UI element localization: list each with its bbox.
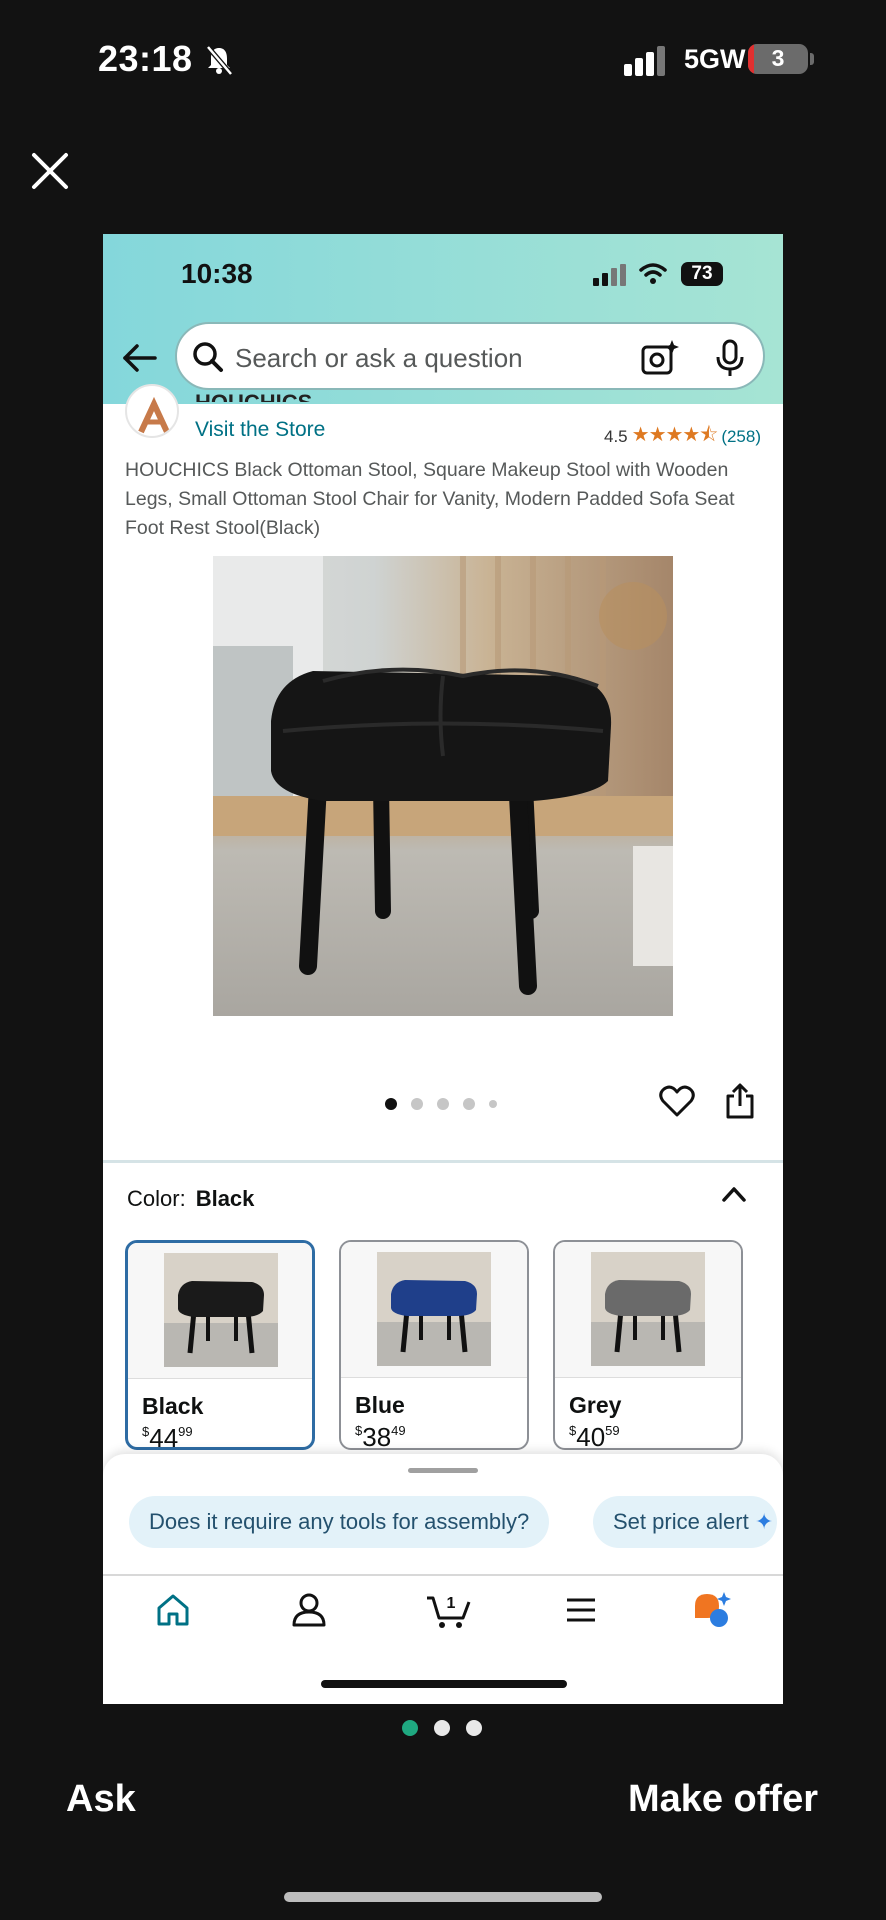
product-image[interactable] — [213, 556, 673, 1016]
color-selector-label: Color: Black — [127, 1186, 254, 1212]
screenshot-pager[interactable] — [402, 1720, 482, 1736]
swatch-name: Black — [142, 1393, 204, 1419]
home-indicator — [284, 1892, 602, 1902]
sheet-grabber[interactable] — [408, 1468, 478, 1473]
share-icon[interactable] — [725, 1082, 755, 1120]
cart-count: 1 — [447, 1595, 456, 1612]
color-selected-value: Black — [195, 1186, 255, 1211]
swatch-price: $4059 — [569, 1422, 620, 1450]
suggestion-chip-assembly[interactable]: Does it require any tools for assembly? — [129, 1496, 550, 1548]
outer-clock: 23:18 — [98, 38, 193, 79]
swatch-image — [128, 1243, 312, 1379]
cart-icon[interactable]: 1 — [425, 1590, 471, 1630]
back-arrow-icon[interactable] — [119, 338, 159, 378]
suggestion-chip-price-alert[interactable]: Set price alert ✦ — [593, 1496, 778, 1548]
inner-home-indicator — [321, 1680, 567, 1688]
star-rating-icon: ★★★★⯪ — [631, 424, 719, 446]
swatch-name: Blue — [355, 1392, 405, 1418]
swatch-image — [341, 1242, 527, 1378]
network-type: 5GW — [684, 44, 746, 74]
close-icon[interactable] — [24, 145, 76, 197]
nav-divider — [103, 1574, 783, 1576]
price-fraction: 59 — [605, 1423, 620, 1438]
camera-search-icon[interactable] — [639, 338, 679, 378]
pager-dot[interactable] — [434, 1720, 450, 1736]
inner-signal-icon — [593, 264, 626, 286]
heart-icon[interactable] — [659, 1084, 695, 1118]
price-whole: 40 — [576, 1422, 606, 1450]
visit-store-link[interactable]: Visit the Store — [195, 418, 325, 442]
chip-label: Set price alert — [613, 1509, 749, 1534]
pager-dot[interactable] — [466, 1720, 482, 1736]
swatch-thumbnail — [591, 1252, 705, 1366]
bottom-sheet[interactable]: Does it require any tools for assembly? … — [103, 1454, 783, 1704]
image-carousel-dots[interactable] — [385, 1098, 497, 1110]
swatch-thumbnail — [377, 1252, 491, 1366]
swatch-price: $4499 — [142, 1423, 193, 1450]
battery-level: 3 — [771, 45, 785, 71]
brand-logo[interactable] — [125, 384, 179, 438]
price-fraction: 49 — [391, 1423, 406, 1438]
section-divider — [103, 1160, 783, 1163]
cell-signal-icon — [624, 46, 665, 76]
microphone-icon[interactable] — [713, 338, 747, 378]
swatch-thumbnail — [164, 1253, 278, 1367]
battery-nub — [810, 53, 814, 65]
carousel-dot[interactable] — [463, 1098, 475, 1110]
search-placeholder: Search or ask a question — [235, 343, 523, 373]
product-title: HOUCHICS Black Ottoman Stool, Square Mak… — [125, 459, 735, 539]
carousel-dot[interactable] — [437, 1098, 449, 1110]
swatch-price: $3849 — [355, 1422, 406, 1450]
battery-icon: 3 — [748, 44, 808, 74]
wifi-icon — [639, 263, 667, 284]
app-header: 10:38 73 Search or ask a question — [103, 234, 783, 404]
carousel-dot[interactable] — [489, 1100, 497, 1108]
ask-button[interactable]: Ask — [66, 1778, 136, 1821]
price-whole: 38 — [362, 1422, 392, 1450]
color-swatch-blue[interactable]: Blue $3849 — [339, 1240, 529, 1450]
pager-dot[interactable] — [402, 1720, 418, 1736]
brand-name: HOUCHICS — [195, 390, 312, 402]
rating-value: 4.5 — [604, 427, 628, 446]
carousel-dot[interactable] — [411, 1098, 423, 1110]
price-whole: 44 — [149, 1423, 179, 1450]
color-swatch-grey[interactable]: Grey $4059 — [553, 1240, 743, 1450]
rufus-chat-icon[interactable] — [691, 1590, 731, 1630]
search-icon — [193, 342, 223, 372]
rating-summary[interactable]: 4.5 ★★★★⯪ (258) — [604, 420, 761, 454]
sparkle-icon: ✦ — [754, 1509, 774, 1534]
color-label: Color: — [127, 1186, 186, 1211]
carousel-dot[interactable] — [385, 1098, 397, 1110]
product-screenshot[interactable]: 10:38 73 Search or ask a question Visit … — [103, 234, 783, 1704]
make-offer-button[interactable]: Make offer — [628, 1778, 818, 1821]
home-icon[interactable] — [153, 1590, 193, 1630]
chevron-up-icon[interactable] — [721, 1184, 747, 1204]
swatch-image — [555, 1242, 741, 1378]
search-input[interactable]: Search or ask a question — [175, 322, 765, 390]
price-fraction: 99 — [178, 1424, 193, 1439]
color-swatch-black[interactable]: Black $4499 — [125, 1240, 315, 1450]
account-icon[interactable] — [289, 1590, 329, 1630]
review-count[interactable]: (258) — [721, 427, 761, 447]
swatch-name: Grey — [569, 1392, 622, 1418]
outer-status-bar: 23:18 5GW 3 — [0, 0, 886, 120]
inner-clock: 10:38 — [181, 258, 253, 289]
menu-icon[interactable] — [561, 1590, 601, 1630]
inner-battery-icon: 73 — [681, 262, 723, 286]
bell-muted-icon — [206, 45, 233, 76]
